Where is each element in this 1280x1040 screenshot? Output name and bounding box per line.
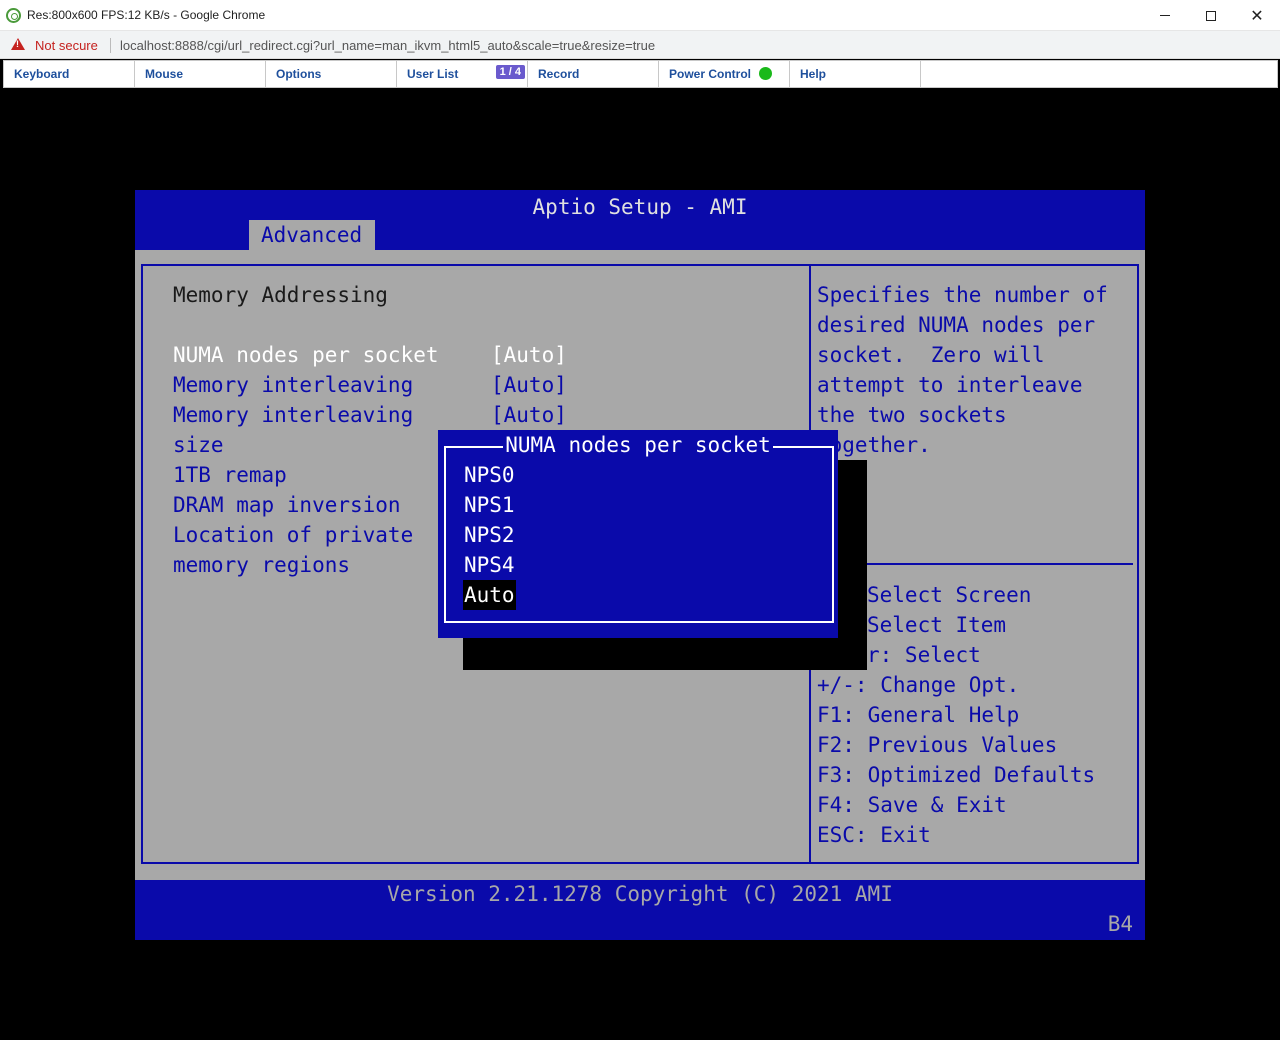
setting-value[interactable]: [Auto] — [491, 370, 567, 400]
security-label[interactable]: Not secure — [35, 38, 98, 53]
user-count-badge: 1 / 4 — [495, 65, 525, 79]
setting-label[interactable]: 1TB remap — [173, 460, 287, 490]
key-help-line: F1: General Help — [817, 703, 1020, 727]
key-help-line: F2: Previous Values — [817, 733, 1058, 757]
menu-record[interactable]: Record — [528, 61, 659, 87]
help-line: Specifies the number of — [817, 283, 1108, 307]
bios-title: Aptio Setup - AMI — [532, 195, 748, 219]
window-title: Res:800x600 FPS:12 KB/s - Google Chrome — [27, 8, 266, 22]
close-icon: ✕ — [1250, 5, 1264, 25]
popup-option-nps1[interactable]: NPS1 — [463, 490, 516, 520]
key-help-line: ESC: Exit — [817, 823, 931, 847]
popup-option-nps2[interactable]: NPS2 — [463, 520, 516, 550]
setting-label[interactable]: size — [173, 430, 224, 460]
bios-header: Aptio Setup - AMI Advanced — [135, 190, 1145, 250]
key-help-line: r: Select — [867, 643, 981, 667]
menu-user-list-label: User List — [407, 67, 459, 81]
key-help-line: F3: Optimized Defaults — [817, 763, 1096, 787]
help-line: the two sockets — [817, 403, 1007, 427]
section-heading: Memory Addressing — [173, 283, 388, 307]
setting-label[interactable]: Location of private — [173, 520, 413, 550]
numa-popup[interactable]: NUMA nodes per socket NPS0 NPS1 NPS2 NPS… — [438, 430, 838, 638]
setting-value[interactable]: [Auto] — [491, 400, 567, 430]
maximize-button[interactable] — [1188, 0, 1234, 31]
power-status-icon — [759, 67, 773, 80]
menu-keyboard[interactable]: Keyboard — [4, 61, 135, 87]
minimize-icon — [1160, 15, 1170, 16]
help-line: attempt to interleave — [817, 373, 1083, 397]
close-button[interactable]: ✕ — [1234, 0, 1280, 31]
menu-mouse[interactable]: Mouse — [135, 61, 266, 87]
menu-keyboard-label: Keyboard — [14, 67, 70, 81]
menu-power-control[interactable]: Power Control — [659, 61, 790, 87]
address-divider — [110, 38, 111, 53]
popup-title: NUMA nodes per socket — [438, 433, 838, 457]
minimize-button[interactable] — [1142, 0, 1188, 31]
menu-options-label: Options — [276, 67, 322, 81]
url-text[interactable]: localhost:8888/cgi/url_redirect.cgi?url_… — [120, 38, 655, 53]
key-help-line: Select Item — [867, 613, 1007, 637]
setting-label[interactable]: NUMA nodes per socket — [173, 340, 439, 370]
setting-label[interactable]: memory regions — [173, 550, 350, 580]
help-line: desired NUMA nodes per — [817, 313, 1096, 337]
bios-setup[interactable]: Aptio Setup - AMI Advanced Memory Addres… — [135, 190, 1145, 940]
bios-footer: Version 2.21.1278 Copyright (C) 2021 AMI… — [135, 880, 1145, 940]
popup-option-auto[interactable]: Auto — [463, 580, 516, 610]
setting-label[interactable]: Memory interleaving — [173, 400, 413, 430]
menu-mouse-label: Mouse — [145, 67, 184, 81]
popup-option-nps0[interactable]: NPS0 — [463, 460, 516, 490]
warning-icon[interactable] — [11, 38, 25, 50]
popup-option-nps4[interactable]: NPS4 — [463, 550, 516, 580]
menu-power-control-label: Power Control — [669, 67, 752, 81]
setting-label[interactable]: DRAM map inversion — [173, 490, 401, 520]
popup-title-text: NUMA nodes per socket — [503, 433, 773, 457]
help-line: socket. Zero will — [817, 343, 1045, 367]
menu-user-list[interactable]: User List 1 / 4 — [397, 61, 528, 87]
menu-help-label: Help — [800, 67, 827, 81]
key-help-line: Select Screen — [867, 583, 1032, 607]
setting-label[interactable]: Memory interleaving — [173, 370, 413, 400]
setting-value[interactable]: [Auto] — [491, 340, 567, 370]
menu-help[interactable]: Help — [790, 61, 921, 87]
kvm-menubar: Keyboard Mouse Options User List 1 / 4 R… — [3, 60, 1278, 88]
menu-options[interactable]: Options — [266, 61, 397, 87]
app-icon — [6, 8, 21, 23]
version-text: Version 2.21.1278 Copyright (C) 2021 AMI — [387, 882, 893, 906]
post-code: B4 — [1107, 912, 1133, 936]
window-titlebar: Res:800x600 FPS:12 KB/s - Google Chrome … — [0, 0, 1280, 31]
key-help-line: F4: Save & Exit — [817, 793, 1007, 817]
key-help-line: +/-: Change Opt. — [817, 673, 1020, 697]
address-bar[interactable]: Not secure localhost:8888/cgi/url_redire… — [0, 31, 1280, 59]
tab-advanced[interactable]: Advanced — [249, 220, 375, 250]
maximize-icon — [1206, 10, 1216, 21]
menu-record-label: Record — [538, 67, 580, 81]
